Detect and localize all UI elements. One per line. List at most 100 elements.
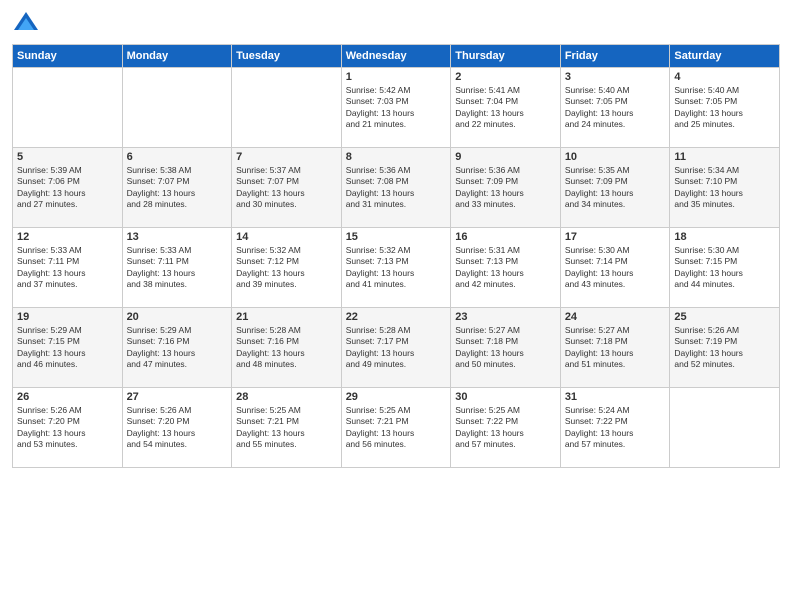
day-info: Sunrise: 5:35 AM Sunset: 7:09 PM Dayligh… [565,165,666,211]
day-info: Sunrise: 5:40 AM Sunset: 7:05 PM Dayligh… [674,85,775,131]
calendar-body: 1Sunrise: 5:42 AM Sunset: 7:03 PM Daylig… [13,68,780,468]
day-info: Sunrise: 5:36 AM Sunset: 7:08 PM Dayligh… [346,165,447,211]
day-number: 22 [346,311,447,323]
day-info: Sunrise: 5:25 AM Sunset: 7:22 PM Dayligh… [455,405,556,451]
calendar-cell: 31 Sunrise: 5:24 AM Sunset: 7:22 PM Dayli… [560,388,670,468]
day-info: Sunrise: 5:40 AM Sunset: 7:05 PM Dayligh… [565,85,666,131]
calendar-table: SundayMondayTuesdayWednesdayThursdayFrid… [12,44,780,468]
calendar-cell [122,68,232,148]
header-day: Thursday [451,45,561,68]
calendar-cell: 26 Sunrise: 5:26 AM Sunset: 7:20 PM Dayli… [13,388,123,468]
day-info: Sunrise: 5:26 AM Sunset: 7:19 PM Dayligh… [674,325,775,371]
header [12,10,780,38]
calendar-cell: 9 Sunrise: 5:36 AM Sunset: 7:09 PM Daylig… [451,148,561,228]
day-number: 23 [455,311,556,323]
calendar-cell: 2 Sunrise: 5:41 AM Sunset: 7:04 PM Daylig… [451,68,561,148]
day-info: Sunrise: 5:30 AM Sunset: 7:15 PM Dayligh… [674,245,775,291]
day-number: 13 [127,231,228,243]
day-info: Sunrise: 5:36 AM Sunset: 7:09 PM Dayligh… [455,165,556,211]
calendar-week: 26 Sunrise: 5:26 AM Sunset: 7:20 PM Dayli… [13,388,780,468]
day-number: 11 [674,151,775,163]
day-number: 6 [127,151,228,163]
calendar-week: 19Sunrise: 5:29 AM Sunset: 7:15 PM Dayli… [13,308,780,388]
calendar-cell: 4Sunrise: 5:40 AM Sunset: 7:05 PM Daylig… [670,68,780,148]
day-number: 26 [17,391,118,403]
logo [12,10,44,38]
calendar-cell: 5Sunrise: 5:39 AM Sunset: 7:06 PM Daylig… [13,148,123,228]
calendar-week: 5Sunrise: 5:39 AM Sunset: 7:06 PM Daylig… [13,148,780,228]
day-info: Sunrise: 5:32 AM Sunset: 7:13 PM Dayligh… [346,245,447,291]
calendar-cell: 6 Sunrise: 5:38 AM Sunset: 7:07 PM Daylig… [122,148,232,228]
day-number: 31 [565,391,666,403]
day-info: Sunrise: 5:38 AM Sunset: 7:07 PM Dayligh… [127,165,228,211]
day-info: Sunrise: 5:37 AM Sunset: 7:07 PM Dayligh… [236,165,337,211]
header-day: Saturday [670,45,780,68]
header-day: Friday [560,45,670,68]
day-number: 12 [17,231,118,243]
calendar-cell: 13 Sunrise: 5:33 AM Sunset: 7:11 PM Dayli… [122,228,232,308]
day-number: 28 [236,391,337,403]
day-number: 29 [346,391,447,403]
day-number: 10 [565,151,666,163]
day-number: 24 [565,311,666,323]
calendar-cell: 17Sunrise: 5:30 AM Sunset: 7:14 PM Dayli… [560,228,670,308]
day-info: Sunrise: 5:33 AM Sunset: 7:11 PM Dayligh… [17,245,118,291]
calendar-cell: 25Sunrise: 5:26 AM Sunset: 7:19 PM Dayli… [670,308,780,388]
calendar-week: 1Sunrise: 5:42 AM Sunset: 7:03 PM Daylig… [13,68,780,148]
calendar-cell: 29 Sunrise: 5:25 AM Sunset: 7:21 PM Dayli… [341,388,451,468]
day-number: 5 [17,151,118,163]
calendar-header: SundayMondayTuesdayWednesdayThursdayFrid… [13,45,780,68]
calendar-cell: 15Sunrise: 5:32 AM Sunset: 7:13 PM Dayli… [341,228,451,308]
calendar-page: SundayMondayTuesdayWednesdayThursdayFrid… [0,0,792,612]
calendar-cell: 27 Sunrise: 5:26 AM Sunset: 7:20 PM Dayli… [122,388,232,468]
day-number: 21 [236,311,337,323]
day-info: Sunrise: 5:41 AM Sunset: 7:04 PM Dayligh… [455,85,556,131]
calendar-cell: 21 Sunrise: 5:28 AM Sunset: 7:16 PM Dayli… [232,308,342,388]
day-info: Sunrise: 5:34 AM Sunset: 7:10 PM Dayligh… [674,165,775,211]
calendar-cell: 11 Sunrise: 5:34 AM Sunset: 7:10 PM Dayli… [670,148,780,228]
day-info: Sunrise: 5:33 AM Sunset: 7:11 PM Dayligh… [127,245,228,291]
calendar-cell [232,68,342,148]
calendar-cell: 18 Sunrise: 5:30 AM Sunset: 7:15 PM Dayli… [670,228,780,308]
day-info: Sunrise: 5:25 AM Sunset: 7:21 PM Dayligh… [346,405,447,451]
calendar-cell: 28Sunrise: 5:25 AM Sunset: 7:21 PM Dayli… [232,388,342,468]
header-row: SundayMondayTuesdayWednesdayThursdayFrid… [13,45,780,68]
day-info: Sunrise: 5:28 AM Sunset: 7:16 PM Dayligh… [236,325,337,371]
day-number: 14 [236,231,337,243]
calendar-cell [13,68,123,148]
day-number: 9 [455,151,556,163]
day-info: Sunrise: 5:31 AM Sunset: 7:13 PM Dayligh… [455,245,556,291]
day-info: Sunrise: 5:26 AM Sunset: 7:20 PM Dayligh… [17,405,118,451]
calendar-cell: 19Sunrise: 5:29 AM Sunset: 7:15 PM Dayli… [13,308,123,388]
calendar-cell: 20 Sunrise: 5:29 AM Sunset: 7:16 PM Dayli… [122,308,232,388]
day-info: Sunrise: 5:42 AM Sunset: 7:03 PM Dayligh… [346,85,447,131]
day-info: Sunrise: 5:29 AM Sunset: 7:16 PM Dayligh… [127,325,228,371]
day-number: 19 [17,311,118,323]
header-day: Monday [122,45,232,68]
calendar-cell: 12 Sunrise: 5:33 AM Sunset: 7:11 PM Dayli… [13,228,123,308]
calendar-cell: 24 Sunrise: 5:27 AM Sunset: 7:18 PM Dayli… [560,308,670,388]
day-info: Sunrise: 5:27 AM Sunset: 7:18 PM Dayligh… [565,325,666,371]
day-number: 7 [236,151,337,163]
day-info: Sunrise: 5:24 AM Sunset: 7:22 PM Dayligh… [565,405,666,451]
day-number: 2 [455,71,556,83]
day-number: 27 [127,391,228,403]
calendar-cell: 14 Sunrise: 5:32 AM Sunset: 7:12 PM Dayli… [232,228,342,308]
calendar-week: 12 Sunrise: 5:33 AM Sunset: 7:11 PM Dayli… [13,228,780,308]
calendar-cell: 30Sunrise: 5:25 AM Sunset: 7:22 PM Dayli… [451,388,561,468]
day-info: Sunrise: 5:26 AM Sunset: 7:20 PM Dayligh… [127,405,228,451]
day-number: 18 [674,231,775,243]
day-number: 20 [127,311,228,323]
logo-icon [12,10,40,38]
day-info: Sunrise: 5:28 AM Sunset: 7:17 PM Dayligh… [346,325,447,371]
day-info: Sunrise: 5:30 AM Sunset: 7:14 PM Dayligh… [565,245,666,291]
day-info: Sunrise: 5:32 AM Sunset: 7:12 PM Dayligh… [236,245,337,291]
header-day: Sunday [13,45,123,68]
calendar-cell: 7 Sunrise: 5:37 AM Sunset: 7:07 PM Daylig… [232,148,342,228]
calendar-cell: 16Sunrise: 5:31 AM Sunset: 7:13 PM Dayli… [451,228,561,308]
day-number: 3 [565,71,666,83]
calendar-cell: 10 Sunrise: 5:35 AM Sunset: 7:09 PM Dayli… [560,148,670,228]
calendar-cell: 1Sunrise: 5:42 AM Sunset: 7:03 PM Daylig… [341,68,451,148]
calendar-cell: 22 Sunrise: 5:28 AM Sunset: 7:17 PM Dayli… [341,308,451,388]
header-day: Wednesday [341,45,451,68]
